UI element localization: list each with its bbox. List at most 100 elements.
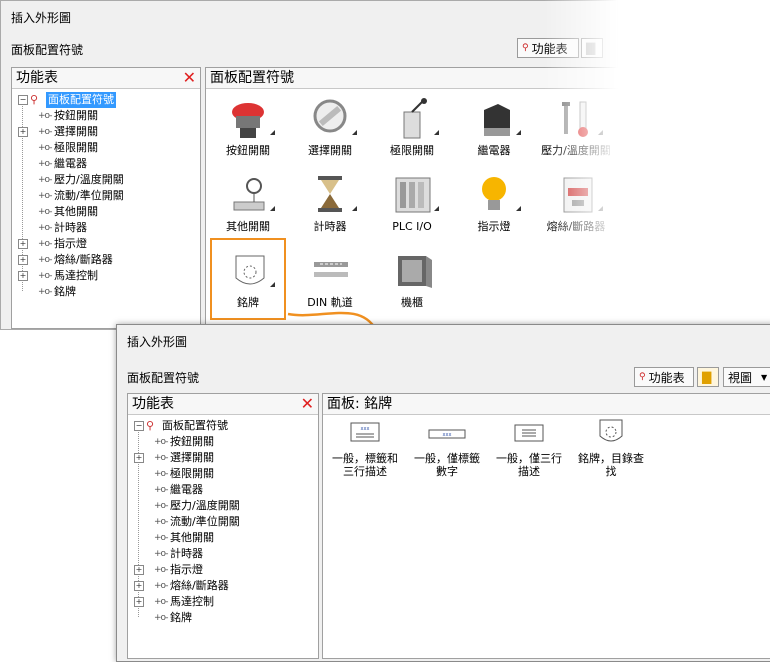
component-item[interactable]: xxx 一般，標籤和 三行描述	[325, 422, 405, 478]
tree-item[interactable]: +o- 繼電器	[128, 482, 318, 498]
close-icon[interactable]: ✕	[183, 68, 196, 88]
tag-only-nameplate-icon: xxx	[428, 429, 466, 439]
panel-symbol-icon: ⚲	[30, 93, 38, 106]
icon-grid-cell[interactable]: 極限開關	[376, 92, 448, 162]
expand-icon[interactable]: +	[18, 271, 28, 281]
node-icon: +o-	[154, 469, 169, 479]
icon-grid-cell[interactable]: 按鈕開關	[212, 92, 284, 162]
tree-item[interactable]: +o- 按鈕開關	[12, 108, 200, 124]
icon-grid-cell[interactable]: PLC I/O	[376, 168, 448, 238]
tree-item[interactable]: + +o- 熔絲/斷路器	[128, 578, 318, 594]
menu-toggle-button[interactable]: ⚲ 功能表	[634, 367, 694, 387]
tree-item[interactable]: + +o- 指示燈	[12, 236, 200, 252]
icon-grid-cell[interactable]: 壓力/溫度開關	[540, 92, 612, 162]
collapse-icon[interactable]: −	[18, 95, 28, 105]
node-icon: +o-	[154, 581, 169, 591]
component-label-line1: 一般，標籤和	[332, 452, 398, 465]
tree-item[interactable]: +o- 計時器	[12, 220, 200, 236]
tree-root-item[interactable]: − ⚲ 面板配置符號	[128, 418, 318, 434]
content-panel-header: 面板配置符號	[206, 68, 618, 89]
tree-item[interactable]: +o- 繼電器	[12, 156, 200, 172]
tree-item[interactable]: + +o- 選擇開關	[128, 450, 318, 466]
icon-grid-cell[interactable]: 其他開關	[212, 168, 284, 238]
icon-label: 選擇開關	[308, 144, 352, 157]
component-label-line2: 描述	[518, 465, 540, 478]
menu-toggle-label: 功能表	[531, 41, 568, 56]
tree-item-label: 按鈕開關	[170, 435, 214, 448]
node-icon: +o-	[154, 533, 169, 543]
tree-root-item[interactable]: − ⚲ 面板配置符號	[12, 92, 200, 108]
tree-item-label: 選擇開關	[170, 451, 214, 464]
tree-item-label: 流動/準位開關	[170, 515, 240, 528]
tree-item-label: 馬達控制	[54, 269, 98, 282]
component-item[interactable]: 一般，僅三行 描述	[489, 422, 569, 478]
component-label-line2: 找	[605, 465, 617, 478]
node-icon: +o-	[38, 127, 53, 137]
content-panel-title: 面板配置符號	[210, 70, 294, 86]
folder-button[interactable]: ▇	[697, 367, 719, 387]
menu-panel: 功能表 ✕ − ⚲ 面板配置符號 +o- 按鈕開關 + +o- 選擇開關 +o- 極限開關 +o- 繼…	[11, 67, 201, 329]
tree-item[interactable]: +o- 壓力/溫度開關	[128, 498, 318, 514]
tree-item[interactable]: +o- 其他開關	[128, 530, 318, 546]
collapse-icon[interactable]: −	[134, 421, 144, 431]
window-subtitle: 面板配置符號	[127, 371, 200, 385]
icon-label: 按鈕開關	[226, 144, 270, 157]
expand-icon[interactable]: +	[134, 597, 144, 607]
tree-item[interactable]: + +o- 馬達控制	[12, 268, 200, 284]
expand-icon[interactable]: +	[18, 127, 28, 137]
tree-item[interactable]: +o- 按鈕開關	[128, 434, 318, 450]
expand-icon[interactable]: +	[18, 255, 28, 265]
menu-toggle-button[interactable]: ⚲ 功能表	[517, 38, 579, 58]
icon-grid-cell[interactable]: 繼電器	[458, 92, 530, 162]
submenu-indicator-icon	[352, 206, 357, 211]
tree-item[interactable]: +o- 計時器	[128, 546, 318, 562]
submenu-indicator-icon	[434, 206, 439, 211]
icon-grid-cell[interactable]: 選擇開關	[294, 92, 366, 162]
node-icon: +o-	[154, 453, 169, 463]
icon-grid-cell[interactable]: 計時器	[294, 168, 366, 238]
view-dropdown[interactable]: 視圖 ▼	[723, 367, 770, 387]
tree-item[interactable]: +o- 其他開關	[12, 204, 200, 220]
node-icon: +o-	[154, 549, 169, 559]
tree-item[interactable]: +o- 流動/準位開關	[128, 514, 318, 530]
tree-item[interactable]: +o- 銘牌	[12, 284, 200, 300]
tree-item-label: 極限開關	[54, 141, 98, 154]
tree-item-label: 極限開關	[170, 467, 214, 480]
close-icon[interactable]: ✕	[301, 394, 314, 414]
tree-item-label: 繼電器	[54, 157, 87, 170]
expand-icon[interactable]: +	[18, 239, 28, 249]
content-panel-title: 面板: 銘牌	[327, 396, 393, 412]
icon-label: 指示燈	[477, 220, 511, 233]
expand-icon[interactable]: +	[134, 565, 144, 575]
tree-item[interactable]: +o- 壓力/溫度開關	[12, 172, 200, 188]
tree-item[interactable]: + +o- 馬達控制	[128, 594, 318, 610]
tree-item-label: 面板配置符號	[162, 419, 228, 432]
tree-item-label: 熔絲/斷路器	[170, 579, 229, 592]
expand-icon[interactable]: +	[134, 453, 144, 463]
svg-text:xxx: xxx	[443, 432, 452, 438]
tree-item[interactable]: + +o- 指示燈	[128, 562, 318, 578]
component-label-line1: 銘牌，目錄查	[578, 452, 644, 465]
tree-item[interactable]: +o- 銘牌	[128, 610, 318, 626]
component-label-line1: 一般，僅標籤	[414, 452, 480, 465]
tree-item[interactable]: + +o- 熔絲/斷路器	[12, 252, 200, 268]
component-item[interactable]: xxx 一般，僅標籤 數字	[407, 422, 487, 478]
folder-button[interactable]: ▇	[581, 38, 603, 58]
component-item[interactable]: 銘牌，目錄查找	[571, 419, 651, 478]
node-icon: +o-	[154, 437, 169, 447]
component-label: 一般，僅標籤 數字	[407, 452, 487, 478]
icon-label: 壓力/溫度開關	[541, 144, 611, 157]
tree-item[interactable]: +o- 極限開關	[12, 140, 200, 156]
icon-label: 熔絲/斷路器	[546, 220, 606, 233]
node-icon: +o-	[154, 597, 169, 607]
node-icon: +o-	[38, 223, 53, 233]
icon-grid-cell[interactable]: 指示燈	[458, 168, 530, 238]
expand-icon[interactable]: +	[134, 581, 144, 591]
tree-item-label: 壓力/溫度開關	[54, 173, 124, 186]
node-icon: +o-	[154, 517, 169, 527]
tree-item[interactable]: +o- 流動/準位開關	[12, 188, 200, 204]
icon-grid-cell[interactable]: 熔絲/斷路器	[540, 168, 612, 238]
tree-item[interactable]: +o- 極限開關	[128, 466, 318, 482]
tree-item[interactable]: + +o- 選擇開關	[12, 124, 200, 140]
submenu-indicator-icon	[516, 206, 521, 211]
